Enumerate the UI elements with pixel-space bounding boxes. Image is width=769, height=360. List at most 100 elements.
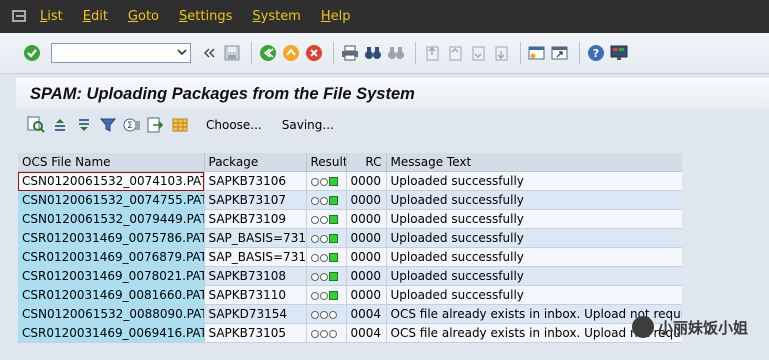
- table-row[interactable]: CSN0120061532_0088090.PAT SAPKD73154 0004 O…: [18, 304, 683, 324]
- exit-icon[interactable]: [281, 43, 301, 63]
- table-row[interactable]: CSN0120061532_0079449.PAT SAPKB73109 0000 U…: [18, 209, 683, 229]
- result-cell: [306, 171, 347, 191]
- column-header-ocs-file-name[interactable]: OCS File Name: [18, 153, 205, 172]
- column-header-rc[interactable]: RC: [346, 153, 387, 172]
- light-off-icon: [319, 329, 328, 338]
- next-page-icon[interactable]: [468, 43, 488, 63]
- table-row[interactable]: CSR0120031469_0081660.PAT SAPKB73110 0000 U…: [18, 285, 683, 305]
- find-binoculars-icon[interactable]: [363, 43, 383, 63]
- last-page-icon[interactable]: [491, 43, 511, 63]
- sum-icon[interactable]: Σ: [122, 115, 142, 135]
- toolbar-separator: [520, 42, 521, 64]
- table-row[interactable]: CSN0120061532_0074755.PAT SAPKB73107 0000 U…: [18, 190, 683, 210]
- create-session-icon[interactable]: [527, 43, 547, 63]
- system-menu-icon[interactable]: [12, 9, 28, 24]
- package-cell[interactable]: SAPKD73154: [204, 304, 307, 324]
- table-header-row: OCS File Name Package Result RC Message …: [18, 153, 683, 172]
- rc-cell: 0000: [346, 171, 387, 191]
- sort-descending-icon[interactable]: [74, 115, 94, 135]
- command-input[interactable]: [52, 44, 174, 60]
- package-cell[interactable]: SAPKB73105: [204, 323, 307, 343]
- command-field[interactable]: [51, 43, 191, 63]
- column-header-message-text[interactable]: Message Text: [386, 153, 683, 172]
- menu-list[interactable]: List: [40, 9, 63, 24]
- column-header-result[interactable]: Result: [306, 153, 347, 172]
- message-text-cell: Uploaded successfully: [386, 171, 683, 191]
- menu-settings[interactable]: Settings: [179, 9, 232, 24]
- collapse-command-icon[interactable]: [199, 43, 219, 63]
- table-row[interactable]: CSR0120031469_0075786.PAT SAP_BASIS=731 00…: [18, 228, 683, 248]
- ocs-file-name-cell[interactable]: CSN0120061532_0088090.PAT: [18, 304, 205, 324]
- package-cell[interactable]: SAPKB73108: [204, 266, 307, 286]
- saving-button[interactable]: Saving...: [282, 118, 334, 132]
- ocs-file-name-cell[interactable]: CSR0120031469_0076879.PAT: [18, 247, 205, 267]
- light-off-icon: [310, 196, 319, 205]
- table-empty-area: [682, 153, 769, 343]
- package-cell[interactable]: SAPKB73107: [204, 190, 307, 210]
- traffic-light-icon: [310, 291, 338, 300]
- package-cell[interactable]: SAP_BASIS=731: [204, 228, 307, 248]
- page-title: SPAM: Uploading Packages from the File S…: [30, 84, 415, 103]
- ocs-file-name-cell[interactable]: CSR0120031469_0078021.PAT: [18, 266, 205, 286]
- green-light-icon: [328, 272, 338, 281]
- green-light-icon: [328, 291, 338, 300]
- previous-page-icon[interactable]: [445, 43, 465, 63]
- filter-icon[interactable]: [98, 115, 118, 135]
- package-cell[interactable]: SAPKB73106: [204, 171, 307, 191]
- table-row[interactable]: CSR0120031469_0076879.PAT SAP_BASIS=731 00…: [18, 247, 683, 267]
- layout-grid-icon[interactable]: [170, 115, 190, 135]
- details-magnifier-icon[interactable]: [26, 115, 46, 135]
- result-cell: [306, 209, 347, 229]
- menu-help[interactable]: Help: [321, 9, 351, 24]
- package-cell[interactable]: SAPKB73109: [204, 209, 307, 229]
- back-icon[interactable]: [258, 43, 278, 63]
- enter-checkmark-icon[interactable]: [22, 43, 42, 63]
- customize-layout-icon[interactable]: [609, 43, 629, 63]
- toolbar-separator: [333, 42, 334, 64]
- column-header-package[interactable]: Package: [204, 153, 307, 172]
- package-cell[interactable]: SAP_BASIS=731: [204, 247, 307, 267]
- find-next-icon[interactable]: [386, 43, 406, 63]
- package-cell[interactable]: SAPKB73110: [204, 285, 307, 305]
- help-icon[interactable]: ?: [586, 43, 606, 63]
- rc-cell: 0004: [346, 323, 387, 343]
- ocs-file-name-cell[interactable]: CSN0120061532_0074103.PAT: [18, 171, 205, 191]
- light-off-icon: [310, 215, 319, 224]
- cancel-icon[interactable]: [304, 43, 324, 63]
- light-off-icon: [310, 234, 319, 243]
- menu-bar: List Edit Goto Settings System Help: [0, 0, 769, 33]
- save-icon[interactable]: [222, 43, 242, 63]
- standard-toolbar: ?: [0, 33, 769, 74]
- generate-shortcut-icon[interactable]: [550, 43, 570, 63]
- rc-cell: 0000: [346, 266, 387, 286]
- ocs-file-name-cell[interactable]: CSR0120031469_0081660.PAT: [18, 285, 205, 305]
- traffic-light-icon: [310, 329, 337, 338]
- table-row[interactable]: CSR0120031469_0078021.PAT SAPKB73108 0000 U…: [18, 266, 683, 286]
- title-bar: SPAM: Uploading Packages from the File S…: [16, 78, 769, 109]
- ocs-file-name-cell[interactable]: CSN0120061532_0074755.PAT: [18, 190, 205, 210]
- ocs-file-name-cell[interactable]: CSR0120031469_0069416.PAT: [18, 323, 205, 343]
- print-icon[interactable]: [340, 43, 360, 63]
- sort-ascending-icon[interactable]: [50, 115, 70, 135]
- export-icon[interactable]: [146, 115, 166, 135]
- light-off-icon: [319, 310, 328, 319]
- ocs-file-name-cell[interactable]: CSR0120031469_0075786.PAT: [18, 228, 205, 248]
- traffic-light-icon: [310, 234, 338, 243]
- light-off-icon: [328, 329, 337, 338]
- traffic-light-icon: [310, 272, 338, 281]
- table-row[interactable]: CSN0120061532_0074103.PAT SAPKB73106 0000 U…: [18, 171, 683, 191]
- svg-text:Σ: Σ: [127, 121, 133, 131]
- light-off-icon: [310, 253, 319, 262]
- message-text-cell: Uploaded successfully: [386, 247, 683, 267]
- menu-system[interactable]: System: [252, 9, 301, 24]
- first-page-icon[interactable]: [422, 43, 442, 63]
- ocs-file-name-cell[interactable]: CSN0120061532_0079449.PAT: [18, 209, 205, 229]
- chevron-down-icon[interactable]: [176, 46, 188, 58]
- menu-goto[interactable]: Goto: [128, 9, 159, 24]
- table-row[interactable]: CSR0120031469_0069416.PAT SAPKB73105 0004 O…: [18, 323, 683, 343]
- result-cell: [306, 304, 347, 324]
- choose-button[interactable]: Choose...: [206, 118, 262, 132]
- menu-edit[interactable]: Edit: [83, 9, 108, 24]
- message-text-cell: Uploaded successfully: [386, 285, 683, 305]
- toolbar-separator: [251, 42, 252, 64]
